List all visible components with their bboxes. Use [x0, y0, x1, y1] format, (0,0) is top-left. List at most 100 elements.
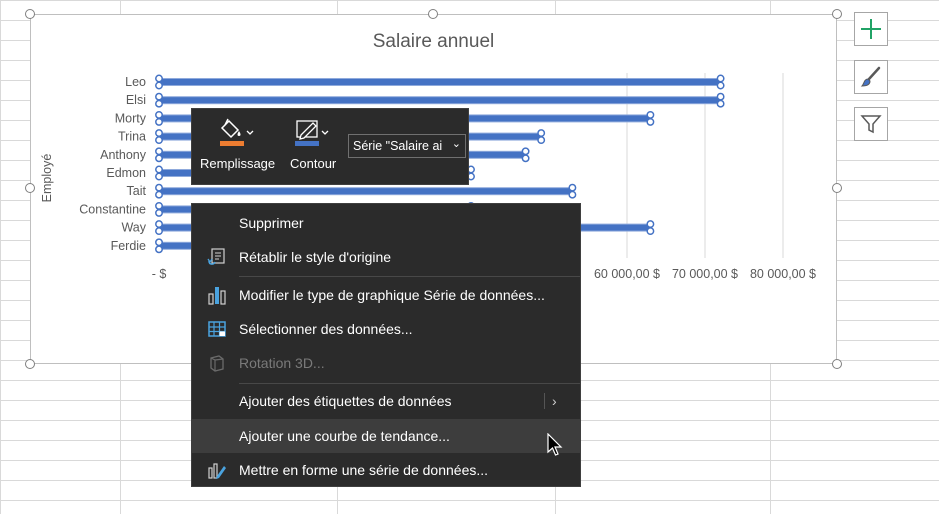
bar-selection-handle[interactable]: [155, 154, 163, 163]
bar-selection-handle[interactable]: [568, 183, 577, 192]
rotation-3d-icon: [206, 353, 228, 373]
category-label-morty[interactable]: Morty: [115, 111, 147, 125]
category-label-tait[interactable]: Tait: [127, 184, 147, 198]
bar-selection-handle[interactable]: [155, 110, 163, 119]
bar-selection-handle[interactable]: [521, 154, 530, 163]
bar-elsi[interactable]: [158, 96, 722, 105]
chart-resize-handle[interactable]: [428, 9, 438, 19]
menu-item-add-data-labels[interactable]: Ajouter des étiquettes de données ›: [192, 384, 580, 418]
bar-selection-handle[interactable]: [155, 245, 163, 254]
series-select-value: Série "Salaire ai: [353, 139, 443, 153]
bar-selection-handle[interactable]: [646, 117, 655, 126]
menu-item-label: Modifier le type de graphique Série de d…: [239, 287, 545, 303]
chart-styles-button[interactable]: [854, 60, 888, 94]
x-tick-label: 80 000,00 $: [750, 267, 816, 281]
bar-selection-handle[interactable]: [155, 227, 163, 236]
menu-item-label: Ajouter des étiquettes de données: [239, 393, 452, 409]
fill-button[interactable]: Remplissage: [200, 117, 275, 171]
menu-item-format-data-series[interactable]: Mettre en forme une série de données...: [192, 453, 580, 487]
menu-item-label: Sélectionner des données...: [239, 321, 413, 337]
bar-leo[interactable]: [158, 78, 722, 86]
menu-item-label: Rotation 3D...: [239, 355, 325, 371]
reset-style-icon: [206, 247, 228, 267]
menu-item-label: Rétablir le style d'origine: [239, 249, 392, 265]
x-tick-label: 60 000,00 $: [594, 267, 660, 281]
bar-selection-handle[interactable]: [155, 129, 163, 138]
bar-selection-handle[interactable]: [155, 136, 163, 145]
x-tick-label: - $: [152, 267, 167, 281]
pen-outline-icon: [295, 120, 329, 146]
bar-selection-handle[interactable]: [155, 183, 163, 192]
outline-button[interactable]: Contour: [290, 117, 336, 171]
mouse-pointer-icon: [547, 433, 563, 456]
menu-item-reset-style[interactable]: Rétablir le style d'origine: [192, 240, 580, 274]
category-label-edmon[interactable]: Edmon: [106, 166, 146, 180]
bar-selection-handle[interactable]: [568, 190, 577, 199]
chart-elements-button[interactable]: [854, 12, 888, 46]
bar-selection-handle[interactable]: [155, 165, 163, 174]
chart-resize-handle[interactable]: [832, 183, 842, 193]
bar-selection-handle[interactable]: [155, 74, 163, 83]
bar-selection-handle[interactable]: [155, 220, 163, 229]
bar-selection-handle[interactable]: [537, 129, 546, 138]
chevron-right-icon[interactable]: ›: [552, 393, 557, 409]
chart-resize-handle[interactable]: [25, 359, 35, 369]
submenu-divider: [544, 393, 545, 409]
funnel-icon: [860, 115, 882, 134]
menu-separator: [239, 276, 580, 277]
select-data-icon: [206, 319, 228, 339]
format-series-icon: [206, 460, 228, 480]
outline-label: Contour: [290, 156, 337, 171]
context-menu: Supprimer Rétablir le style d'origine Mo…: [191, 203, 581, 487]
category-label-way[interactable]: Way: [121, 221, 146, 235]
bar-selection-handle[interactable]: [155, 92, 163, 101]
menu-item-delete[interactable]: Supprimer: [192, 206, 580, 240]
paint-bucket-icon: [219, 118, 254, 146]
menu-item-label: Mettre en forme une série de données...: [239, 462, 489, 478]
category-label-leo[interactable]: Leo: [125, 75, 146, 89]
plus-icon: [861, 19, 881, 39]
bar-selection-handle[interactable]: [155, 172, 163, 181]
category-label-trina[interactable]: Trina: [118, 130, 146, 144]
bar-tait[interactable]: [158, 187, 573, 196]
x-tick-label: 70 000,00 $: [672, 267, 738, 281]
bar-selection-handle[interactable]: [646, 227, 655, 236]
bar-selection-handle[interactable]: [155, 99, 163, 108]
bar-selection-handle[interactable]: [646, 110, 655, 119]
menu-item-change-chart-type[interactable]: Modifier le type de graphique Série de d…: [192, 278, 580, 312]
category-label-anthony[interactable]: Anthony: [100, 148, 147, 162]
series-select-dropdown[interactable]: Série "Salaire ai ⌄: [348, 134, 466, 158]
category-label-elsi[interactable]: Elsi: [126, 93, 146, 107]
mini-toolbar: Remplissage Contour Série "Salaire ai ⌄: [191, 108, 469, 185]
bar-selection-handle[interactable]: [716, 81, 725, 90]
chart-resize-handle[interactable]: [25, 183, 35, 193]
chart-type-icon: [206, 285, 228, 305]
fill-label: Remplissage: [200, 156, 276, 171]
chart-resize-handle[interactable]: [832, 359, 842, 369]
menu-item-3d-rotation[interactable]: Rotation 3D...: [192, 346, 580, 380]
bar-selection-handle[interactable]: [155, 81, 163, 90]
menu-item-add-trendline[interactable]: Ajouter une courbe de tendance...: [192, 419, 580, 453]
bar-selection-handle[interactable]: [155, 201, 163, 210]
bar-selection-handle[interactable]: [155, 147, 163, 156]
menu-item-label: Ajouter une courbe de tendance...: [239, 428, 450, 444]
category-label-ferdie[interactable]: Ferdie: [111, 239, 146, 253]
bar-selection-handle[interactable]: [646, 220, 655, 229]
category-label-constantine[interactable]: Constantine: [79, 202, 146, 216]
bar-selection-handle[interactable]: [537, 136, 546, 145]
bar-selection-handle[interactable]: [155, 238, 163, 247]
menu-item-label: Supprimer: [239, 215, 304, 231]
chart-filters-button[interactable]: [854, 107, 888, 141]
bar-selection-handle[interactable]: [155, 190, 163, 199]
chart-resize-handle[interactable]: [832, 9, 842, 19]
chart-resize-handle[interactable]: [25, 9, 35, 19]
menu-item-select-data[interactable]: Sélectionner des données...: [192, 312, 580, 346]
bar-selection-handle[interactable]: [716, 99, 725, 108]
bar-selection-handle[interactable]: [521, 147, 530, 156]
bar-selection-handle[interactable]: [716, 74, 725, 83]
bar-selection-handle[interactable]: [716, 92, 725, 101]
bar-selection-handle[interactable]: [155, 208, 163, 217]
bar-selection-handle[interactable]: [155, 117, 163, 126]
brush-icon: [860, 66, 881, 87]
chevron-down-icon: ⌄: [451, 138, 461, 150]
